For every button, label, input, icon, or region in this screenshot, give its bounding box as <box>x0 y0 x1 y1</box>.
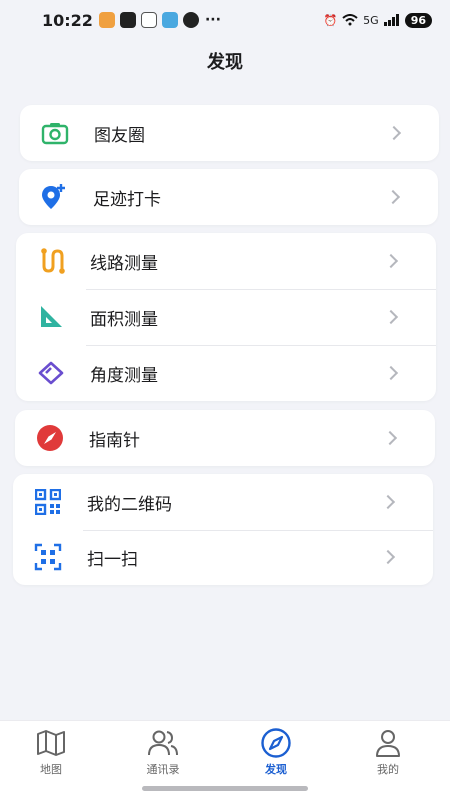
group-qrcode: 我的二维码 扫一扫 <box>13 474 433 585</box>
home-indicator[interactable] <box>142 786 308 791</box>
menu-item-label: 线路测量 <box>90 253 158 274</box>
tab-label: 发现 <box>265 763 287 776</box>
menu-item-my-qrcode[interactable]: 我的二维码 <box>13 474 433 530</box>
app-notification-icon <box>140 12 157 28</box>
chevron-right-icon <box>383 365 399 381</box>
camera-icon <box>40 118 70 148</box>
area-icon <box>36 302 66 332</box>
tab-map[interactable]: 地图 <box>11 727 91 777</box>
tab-label: 地图 <box>40 763 62 776</box>
menu-item-footprint-checkin[interactable]: 足迹打卡 <box>19 169 438 225</box>
chevron-right-icon <box>383 309 399 325</box>
more-notifications: ··· <box>204 12 221 28</box>
app-notification-icon <box>119 12 136 28</box>
chevron-right-icon <box>380 494 396 510</box>
status-right: ⏰ 5G 96 <box>323 12 432 28</box>
group-compass: 指南针 <box>15 410 435 466</box>
menu-item-compass[interactable]: 指南针 <box>15 410 435 466</box>
notification-icons <box>98 12 199 28</box>
group-footprint: 足迹打卡 <box>19 169 438 225</box>
chevron-right-icon <box>380 549 396 565</box>
menu-item-label: 图友圈 <box>94 125 145 146</box>
menu-item-area-measure[interactable]: 面积测量 <box>16 289 436 345</box>
chevron-right-icon <box>385 189 401 205</box>
weather-icon <box>161 12 178 28</box>
network-label: 5G <box>363 13 379 27</box>
menu-item-label: 面积测量 <box>90 309 158 330</box>
location-add-icon <box>39 182 69 212</box>
menu-item-scan[interactable]: 扫一扫 <box>13 529 433 585</box>
qq-icon <box>182 12 199 28</box>
compass-icon <box>35 423 65 453</box>
qrcode-icon <box>33 487 63 517</box>
tab-label: 通讯录 <box>146 763 180 776</box>
angle-icon <box>36 358 66 388</box>
page-title: 发现 <box>207 52 243 73</box>
tab-contacts[interactable]: 通讯录 <box>123 727 203 777</box>
alarm-icon: ⏰ <box>323 13 338 27</box>
menu-item-route-measure[interactable]: 线路测量 <box>16 233 436 289</box>
scan-icon <box>33 542 63 572</box>
group-measurement: 线路测量 面积测量 角度测量 <box>16 233 436 401</box>
wifi-icon <box>342 14 358 26</box>
status-time: 10:22 <box>42 10 93 30</box>
menu-item-label: 我的二维码 <box>87 494 172 515</box>
contacts-icon <box>147 727 179 759</box>
discover-icon <box>260 727 292 759</box>
signal-icon <box>383 14 399 26</box>
menu-item-label: 指南针 <box>89 430 140 451</box>
tab-label: 我的 <box>377 763 399 776</box>
chevron-right-icon <box>386 125 402 141</box>
status-bar: 10:22 ··· ⏰ 5G 96 <box>0 0 450 40</box>
menu-item-label: 足迹打卡 <box>93 189 161 210</box>
map-icon <box>35 727 67 759</box>
chevron-right-icon <box>382 430 398 446</box>
route-icon <box>36 246 66 276</box>
tab-discover[interactable]: 发现 <box>236 727 316 777</box>
chevron-right-icon <box>383 253 399 269</box>
menu-item-label: 角度测量 <box>90 365 158 386</box>
menu-item-label: 扫一扫 <box>87 549 138 570</box>
menu-item-photo-circle[interactable]: 图友圈 <box>20 105 439 161</box>
menu-item-angle-measure[interactable]: 角度测量 <box>16 345 436 401</box>
battery-icon: 96 <box>404 12 432 28</box>
group-photo-circle: 图友圈 <box>20 105 439 161</box>
profile-icon <box>372 727 404 759</box>
app-notification-icon <box>98 12 115 28</box>
tab-profile[interactable]: 我的 <box>348 727 428 777</box>
